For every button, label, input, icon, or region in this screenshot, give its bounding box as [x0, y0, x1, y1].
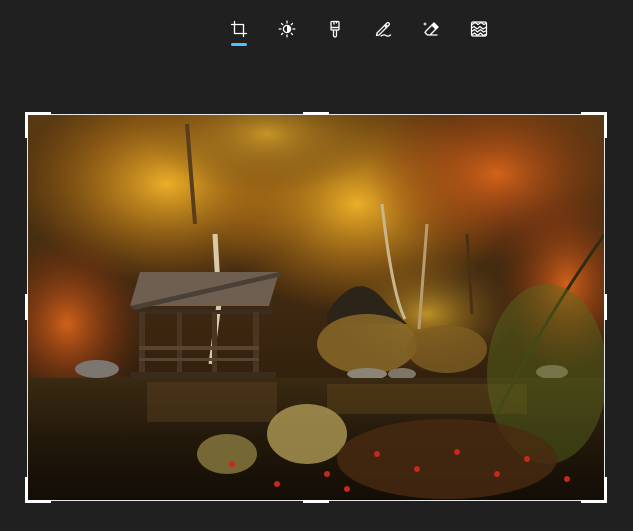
crop-handle-right[interactable] — [604, 294, 607, 320]
crop-handle-bottom-left[interactable] — [25, 477, 51, 503]
background-tool-button[interactable] — [462, 12, 496, 46]
image-canvas[interactable] — [25, 112, 607, 503]
filter-brush-icon — [330, 20, 340, 38]
active-tool-indicator — [231, 43, 247, 46]
crop-tool-button[interactable] — [222, 12, 256, 46]
filter-tool-button[interactable] — [318, 12, 352, 46]
eraser-icon — [423, 22, 439, 36]
brightness-icon — [278, 20, 296, 38]
crop-handle-top[interactable] — [303, 112, 329, 115]
crop-handle-left[interactable] — [25, 294, 28, 320]
erase-tool-button[interactable] — [414, 12, 448, 46]
pen-icon — [375, 21, 392, 37]
markup-tool-button[interactable] — [366, 12, 400, 46]
photo-preview — [27, 114, 605, 501]
adjustment-tool-button[interactable] — [270, 12, 304, 46]
editing-toolbar — [0, 0, 633, 56]
crop-handle-bottom-right[interactable] — [581, 477, 607, 503]
crop-icon — [230, 20, 248, 38]
crop-handle-bottom[interactable] — [303, 500, 329, 503]
background-blur-icon — [470, 21, 488, 37]
crop-handle-top-left[interactable] — [25, 112, 51, 138]
crop-handle-top-right[interactable] — [581, 112, 607, 138]
